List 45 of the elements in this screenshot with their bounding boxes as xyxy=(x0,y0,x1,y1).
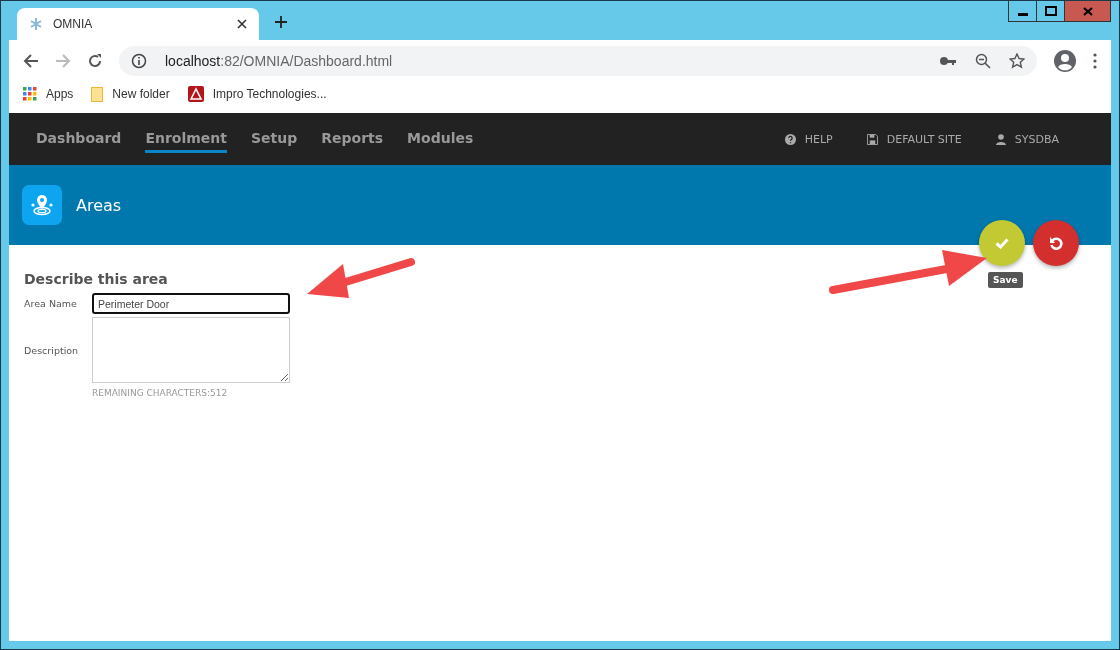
field-label: Area Name xyxy=(24,298,78,309)
snowflake-icon xyxy=(29,17,43,31)
address-bar[interactable]: localhost:82/OMNIA/Dashboard.html xyxy=(119,45,1037,76)
undo-button[interactable] xyxy=(1033,220,1079,266)
menu-dots-icon[interactable] xyxy=(1093,52,1097,69)
field-label: Description xyxy=(24,344,80,356)
undo-icon xyxy=(1049,236,1063,250)
checkmark-icon xyxy=(995,237,1009,249)
star-icon[interactable] xyxy=(1009,52,1025,69)
nav-link[interactable]: DEFAULT SITE xyxy=(866,132,962,146)
map-pin-icon xyxy=(22,185,62,225)
nav-link[interactable]: HELP xyxy=(784,132,833,146)
nav-tab[interactable]: Enrolment xyxy=(145,125,227,153)
profile-avatar-icon[interactable] xyxy=(1053,48,1077,73)
nav-tab[interactable]: Dashboard xyxy=(36,125,122,153)
save-tooltip: Save xyxy=(988,272,1023,288)
user-icon xyxy=(995,133,1006,145)
close-button[interactable] xyxy=(1065,1,1110,21)
nav-tab[interactable]: Setup xyxy=(251,125,298,153)
new-tab-icon[interactable] xyxy=(275,16,287,28)
bookmark-link[interactable]: Impro Technologies... xyxy=(187,86,327,102)
nav-tab[interactable]: Reports xyxy=(321,125,384,153)
description-field[interactable] xyxy=(92,317,290,383)
site-logo-icon xyxy=(187,86,204,102)
section-heading: Describe this area xyxy=(24,271,168,287)
zoom-out-icon[interactable] xyxy=(975,52,991,69)
nav-link[interactable]: SYSDBA xyxy=(995,132,1059,146)
page-title: Areas xyxy=(76,195,122,215)
bookmark-link[interactable]: Apps xyxy=(23,87,74,101)
nav-tab[interactable]: Modules xyxy=(407,125,474,153)
remaining-characters-text: REMAINING CHARACTERS:512 xyxy=(92,387,229,398)
url-text: localhost:82/OMNIA/Dashboard.html xyxy=(165,52,393,69)
close-icon[interactable] xyxy=(237,19,247,29)
key-icon[interactable] xyxy=(939,54,957,67)
help-icon xyxy=(784,133,796,145)
area-name-field[interactable]: Perimeter Door xyxy=(92,293,290,314)
apps-grid-icon xyxy=(23,87,37,101)
close-icon xyxy=(1082,6,1093,16)
bookmark-link[interactable]: New folder xyxy=(91,86,170,102)
info-icon xyxy=(131,52,147,69)
folder-icon xyxy=(91,86,104,102)
back-arrow-icon[interactable] xyxy=(23,52,39,69)
tab-title: OMNIA xyxy=(53,17,94,31)
browser-tab[interactable]: OMNIA xyxy=(17,8,259,40)
reload-icon[interactable] xyxy=(87,52,103,69)
